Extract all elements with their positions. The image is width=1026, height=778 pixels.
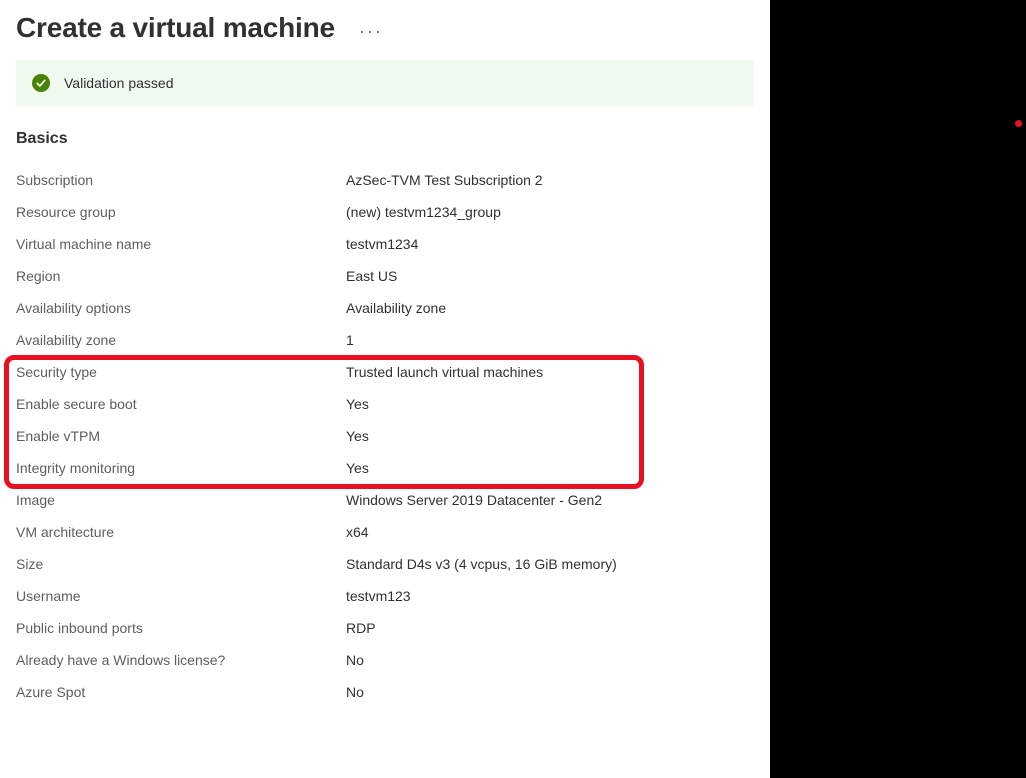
detail-row-vm-architecture: VM architecture x64 — [16, 516, 754, 548]
detail-value: Yes — [346, 426, 369, 446]
red-dot-icon — [1015, 120, 1022, 127]
detail-value: Trusted launch virtual machines — [346, 362, 543, 382]
detail-value: (new) testvm1234_group — [346, 202, 501, 222]
detail-label: Image — [16, 490, 346, 510]
detail-value: 1 — [346, 330, 354, 350]
validation-banner: Validation passed — [16, 60, 754, 106]
detail-value: Availability zone — [346, 298, 446, 318]
detail-label: Public inbound ports — [16, 618, 346, 638]
more-options-button[interactable]: ··· — [359, 21, 383, 42]
validation-message: Validation passed — [64, 75, 173, 91]
detail-row-availability-options: Availability options Availability zone — [16, 292, 754, 324]
detail-label: Virtual machine name — [16, 234, 346, 254]
detail-row-subscription: Subscription AzSec-TVM Test Subscription… — [16, 164, 754, 196]
detail-label: Resource group — [16, 202, 346, 222]
detail-value: x64 — [346, 522, 369, 542]
detail-label: Size — [16, 554, 346, 574]
detail-label: Already have a Windows license? — [16, 650, 346, 670]
detail-row-public-inbound-ports: Public inbound ports RDP — [16, 612, 754, 644]
detail-label: VM architecture — [16, 522, 346, 542]
detail-row-security-type: Security type Trusted launch virtual mac… — [16, 356, 754, 388]
detail-label: Subscription — [16, 170, 346, 190]
detail-row-image: Image Windows Server 2019 Datacenter - G… — [16, 484, 754, 516]
detail-row-resource-group: Resource group (new) testvm1234_group — [16, 196, 754, 228]
detail-row-secure-boot: Enable secure boot Yes — [16, 388, 754, 420]
detail-value: Yes — [346, 394, 369, 414]
detail-row-vm-name: Virtual machine name testvm1234 — [16, 228, 754, 260]
detail-label: Enable vTPM — [16, 426, 346, 446]
detail-value: No — [346, 682, 364, 702]
detail-row-region: Region East US — [16, 260, 754, 292]
check-circle-icon — [32, 74, 50, 92]
detail-label: Security type — [16, 362, 346, 382]
side-panel — [770, 0, 1026, 778]
detail-value: East US — [346, 266, 397, 286]
main-content: Create a virtual machine ··· Validation … — [0, 0, 770, 778]
detail-row-azure-spot: Azure Spot No — [16, 676, 754, 708]
detail-label: Availability zone — [16, 330, 346, 350]
detail-value: Standard D4s v3 (4 vcpus, 16 GiB memory) — [346, 554, 617, 574]
detail-label: Region — [16, 266, 346, 286]
detail-row-size: Size Standard D4s v3 (4 vcpus, 16 GiB me… — [16, 548, 754, 580]
detail-row-windows-license: Already have a Windows license? No — [16, 644, 754, 676]
detail-row-integrity-monitoring: Integrity monitoring Yes — [16, 452, 754, 484]
detail-row-username: Username testvm123 — [16, 580, 754, 612]
detail-label: Username — [16, 586, 346, 606]
detail-row-vtpm: Enable vTPM Yes — [16, 420, 754, 452]
detail-label: Availability options — [16, 298, 346, 318]
detail-value: RDP — [346, 618, 376, 638]
page-title: Create a virtual machine — [16, 12, 335, 44]
detail-row-availability-zone: Availability zone 1 — [16, 324, 754, 356]
basics-details: Subscription AzSec-TVM Test Subscription… — [16, 164, 754, 708]
detail-label: Integrity monitoring — [16, 458, 346, 478]
basics-section-title: Basics — [16, 130, 754, 148]
header: Create a virtual machine ··· — [16, 12, 754, 44]
detail-value: Yes — [346, 458, 369, 478]
detail-value: testvm123 — [346, 586, 411, 606]
detail-label: Enable secure boot — [16, 394, 346, 414]
detail-value: No — [346, 650, 364, 670]
detail-value: Windows Server 2019 Datacenter - Gen2 — [346, 490, 602, 510]
detail-value: AzSec-TVM Test Subscription 2 — [346, 170, 543, 190]
detail-label: Azure Spot — [16, 682, 346, 702]
detail-value: testvm1234 — [346, 234, 418, 254]
